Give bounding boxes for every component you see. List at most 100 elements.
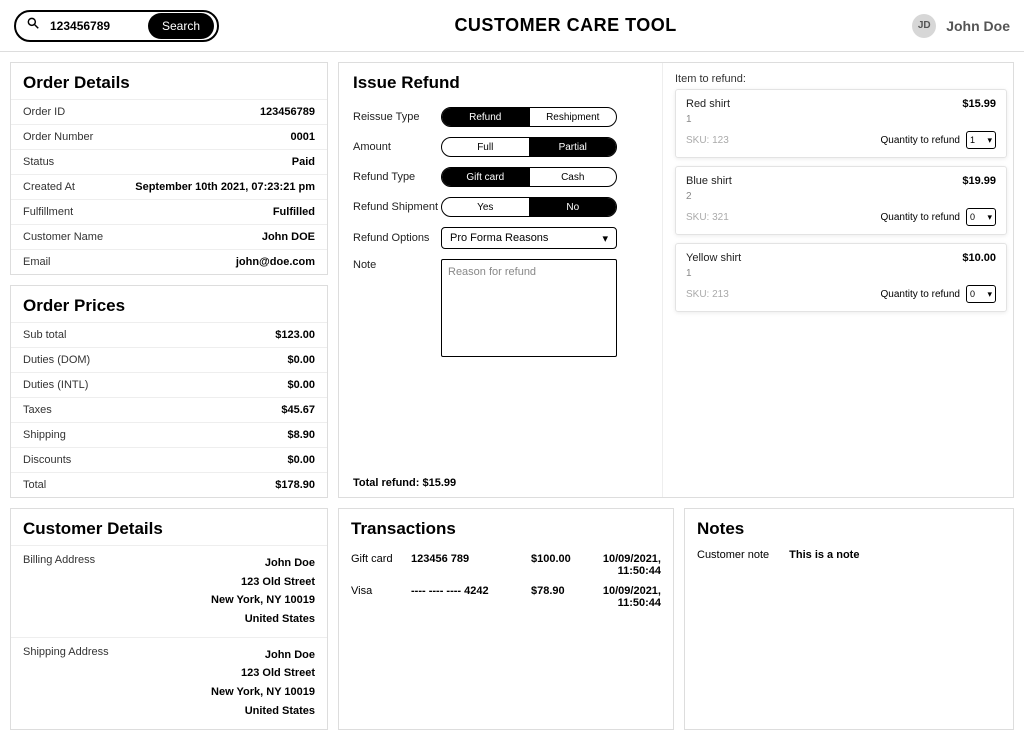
order-price-value: $0.00	[287, 379, 315, 391]
user-chip[interactable]: JD John Doe	[912, 14, 1010, 38]
qty-to-refund-label: Quantity to refund	[881, 289, 961, 300]
notes-panel: Notes Customer note This is a note	[684, 508, 1014, 730]
order-price-row: Duties (DOM) $0.00	[11, 347, 327, 372]
item-sku: SKU: 321	[686, 212, 729, 223]
order-price-row: Discounts $0.00	[11, 447, 327, 472]
search-icon	[26, 16, 48, 35]
total-refund-line: Total refund: $15.99	[353, 441, 648, 489]
order-details-heading: Order Details	[11, 63, 327, 99]
order-price-value: $0.00	[287, 354, 315, 366]
item-qty: 1	[686, 114, 996, 125]
refund-shipment-yes-option[interactable]: Yes	[442, 198, 529, 216]
customer-note-label: Customer note	[697, 549, 769, 561]
tx-timestamp: 10/09/2021, 11:50:44	[601, 585, 661, 609]
amount-partial-option[interactable]: Partial	[529, 138, 617, 156]
order-prices-heading: Order Prices	[11, 286, 327, 322]
refund-item-card: Blue shirt$19.992SKU: 321Quantity to ref…	[675, 166, 1007, 235]
chevron-down-icon: ▾	[987, 289, 992, 300]
note-label: Note	[353, 259, 441, 271]
order-detail-row: Order ID123456789	[11, 99, 327, 124]
order-detail-key: Status	[23, 156, 54, 168]
transactions-heading: Transactions	[339, 509, 673, 545]
issue-refund-heading: Issue Refund	[353, 63, 648, 99]
order-price-row: Sub total$123.00	[11, 322, 327, 347]
billing-address-label: Billing Address	[23, 554, 95, 629]
refund-item-card: Red shirt$15.991SKU: 123Quantity to refu…	[675, 89, 1007, 158]
order-price-key: Shipping	[23, 429, 66, 441]
tx-method: Visa	[351, 585, 411, 609]
order-price-value: $0.00	[287, 454, 315, 466]
billing-address-value: John Doe123 Old StreetNew York, NY 10019…	[211, 554, 315, 629]
amount-full-option[interactable]: Full	[442, 138, 529, 156]
tx-timestamp: 10/09/2021, 11:50:44	[601, 553, 661, 577]
item-name: Yellow shirt	[686, 252, 741, 264]
item-price: $10.00	[962, 252, 996, 264]
chevron-down-icon: ▾	[602, 232, 608, 245]
order-price-key: Total	[23, 479, 46, 491]
order-price-key: Taxes	[23, 404, 52, 416]
refund-shipment-no-option[interactable]: No	[529, 198, 617, 216]
order-detail-row: Order Number0001	[11, 124, 327, 149]
chevron-down-icon: ▾	[987, 135, 992, 146]
qty-to-refund-label: Quantity to refund	[881, 212, 961, 223]
issue-refund-panel: Issue Refund Reissue Type Refund Reshipm…	[338, 62, 1014, 498]
reissue-reshipment-option[interactable]: Reshipment	[529, 108, 617, 126]
refund-type-giftcard-option[interactable]: Gift card	[442, 168, 529, 186]
tx-number: 123456 789	[411, 553, 531, 577]
order-price-value: $45.67	[281, 404, 315, 416]
item-name: Red shirt	[686, 98, 730, 110]
amount-toggle[interactable]: Full Partial	[441, 137, 617, 157]
refund-options-select[interactable]: Pro Forma Reasons ▾	[441, 227, 617, 249]
shipping-address-label: Shipping Address	[23, 646, 109, 721]
order-price-key: Duties (DOM)	[23, 354, 90, 366]
customer-note-value: This is a note	[789, 549, 859, 561]
refund-type-label: Refund Type	[353, 171, 441, 183]
order-detail-key: Email	[23, 256, 51, 268]
reissue-refund-option[interactable]: Refund	[442, 108, 529, 126]
order-price-key: Discounts	[23, 454, 71, 466]
search-input[interactable]	[48, 18, 148, 34]
search-button[interactable]: Search	[148, 13, 214, 39]
order-detail-row: StatusPaid	[11, 149, 327, 174]
qty-to-refund-select[interactable]: 1▾	[966, 131, 996, 149]
item-price: $19.99	[962, 175, 996, 187]
order-detail-key: Customer Name	[23, 231, 103, 243]
refund-item-card: Yellow shirt $10.00 1 SKU: 213 Quantity to r…	[675, 243, 1007, 312]
qty-to-refund-select[interactable]: 0▾	[966, 208, 996, 226]
customer-details-panel: Customer Details Billing Address John Do…	[10, 508, 328, 730]
refund-options-value: Pro Forma Reasons	[450, 232, 548, 244]
chevron-down-icon: ▾	[987, 212, 992, 223]
tx-amount: $78.90	[531, 585, 601, 609]
customer-details-heading: Customer Details	[11, 509, 327, 545]
order-detail-key: Order Number	[23, 131, 93, 143]
item-sku: SKU: 123	[686, 135, 729, 146]
order-price-row: Duties (INTL) $0.00	[11, 372, 327, 397]
reissue-type-toggle[interactable]: Refund Reshipment	[441, 107, 617, 127]
order-details-panel: Order Details Order ID123456789Order Num…	[10, 62, 328, 275]
order-detail-key: Created At	[23, 181, 75, 193]
refund-type-toggle[interactable]: Gift card Cash	[441, 167, 617, 187]
page-title: CUSTOMER CARE TOOL	[219, 15, 912, 36]
top-bar: Search CUSTOMER CARE TOOL JD John Doe	[0, 0, 1024, 52]
order-detail-value: September 10th 2021, 07:23:21 pm	[135, 181, 315, 193]
order-price-key: Duties (INTL)	[23, 379, 88, 391]
tx-method: Gift card	[351, 553, 411, 577]
order-price-value: $8.90	[287, 429, 315, 441]
order-detail-row: FulfillmentFulfilled	[11, 199, 327, 224]
item-qty: 1	[686, 268, 996, 279]
refund-shipment-toggle[interactable]: Yes No	[441, 197, 617, 217]
order-detail-value: John DOE	[262, 231, 315, 243]
amount-label: Amount	[353, 141, 441, 153]
shipping-address-value: John Doe123 Old StreetNew York, NY 10019…	[211, 646, 315, 721]
order-price-row: Shipping $8.90	[11, 422, 327, 447]
transaction-row: Gift card123456 789$100.0010/09/2021, 11…	[351, 549, 661, 581]
item-name: Blue shirt	[686, 175, 732, 187]
order-detail-key: Order ID	[23, 106, 65, 118]
refund-type-cash-option[interactable]: Cash	[529, 168, 617, 186]
note-textarea[interactable]: Reason for refund	[441, 259, 617, 357]
order-detail-row: Emailjohn@doe.com	[11, 249, 327, 274]
qty-to-refund-select[interactable]: 0▾	[966, 285, 996, 303]
order-prices-panel: Order Prices Sub total$123.00Duties (DOM…	[10, 285, 328, 498]
item-sku: SKU: 213	[686, 289, 729, 300]
user-name: John Doe	[946, 18, 1010, 34]
